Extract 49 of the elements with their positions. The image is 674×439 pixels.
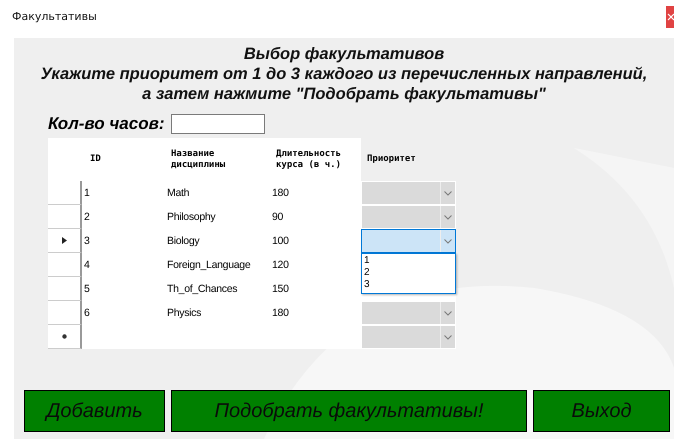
table-cell: 150 <box>272 283 289 295</box>
dropdown-option[interactable]: 1 <box>362 255 455 267</box>
hours-field[interactable] <box>170 114 265 134</box>
row-header[interactable] <box>48 181 82 205</box>
row-header[interactable] <box>48 301 82 325</box>
table-cell: 2 <box>84 211 90 223</box>
chevron-down-icon <box>444 334 452 340</box>
new-row-icon <box>62 334 66 339</box>
chevron-down-icon <box>444 310 452 316</box>
table-cell: Philosophy <box>167 211 216 223</box>
column-header: ID <box>89 153 102 166</box>
row-header[interactable] <box>48 325 82 349</box>
action-button[interactable]: Выход <box>533 390 670 432</box>
table-cell: 120 <box>272 259 289 271</box>
table-cell: Th_of_Chances <box>167 283 238 295</box>
dropdown-option[interactable]: 3 <box>362 279 455 291</box>
table-cell: 100 <box>272 235 289 247</box>
column-header: Длительность курса (в ч.) <box>275 148 342 172</box>
hours-label: Кол-во часов: <box>48 114 165 134</box>
window-title: Факультативы <box>12 10 97 22</box>
table-cell: Biology <box>167 235 200 247</box>
table-cell: Foreign_Language <box>167 259 250 271</box>
table-cell: 6 <box>84 307 90 319</box>
column-header: Название дисциплины <box>170 148 226 172</box>
column-header: Приоритет <box>361 138 456 181</box>
instruction-text: а затем нажмите "Подобрать факультативы" <box>142 84 546 104</box>
table-cell: 5 <box>84 283 90 295</box>
row-header[interactable] <box>48 229 82 253</box>
form-heading: Выбор факультативов <box>244 44 444 64</box>
table-cell: 90 <box>272 211 284 223</box>
instruction-text: Укажите приоритет от 1 до 3 каждого из перечисленных направлений, <box>40 64 648 84</box>
dropdown-option[interactable]: 2 <box>362 267 455 279</box>
current-row-icon <box>62 237 66 244</box>
action-button[interactable]: Добавить <box>24 390 165 432</box>
chevron-down-icon <box>444 238 452 244</box>
table-cell: 180 <box>272 307 289 319</box>
chevron-down-icon <box>444 190 452 196</box>
action-button[interactable]: Подобрать факультативы! <box>171 390 527 432</box>
table-cell: 180 <box>272 187 289 199</box>
table-cell: 4 <box>84 259 90 271</box>
table-cell: Math <box>167 187 190 199</box>
row-header[interactable] <box>48 253 82 277</box>
table-cell: 3 <box>84 235 90 247</box>
table-cell: 1 <box>84 187 90 199</box>
row-header[interactable] <box>48 205 82 229</box>
chevron-down-icon <box>444 214 452 220</box>
table-cell: Physics <box>167 307 202 319</box>
close-button[interactable] <box>666 6 674 28</box>
row-header[interactable] <box>48 277 82 301</box>
